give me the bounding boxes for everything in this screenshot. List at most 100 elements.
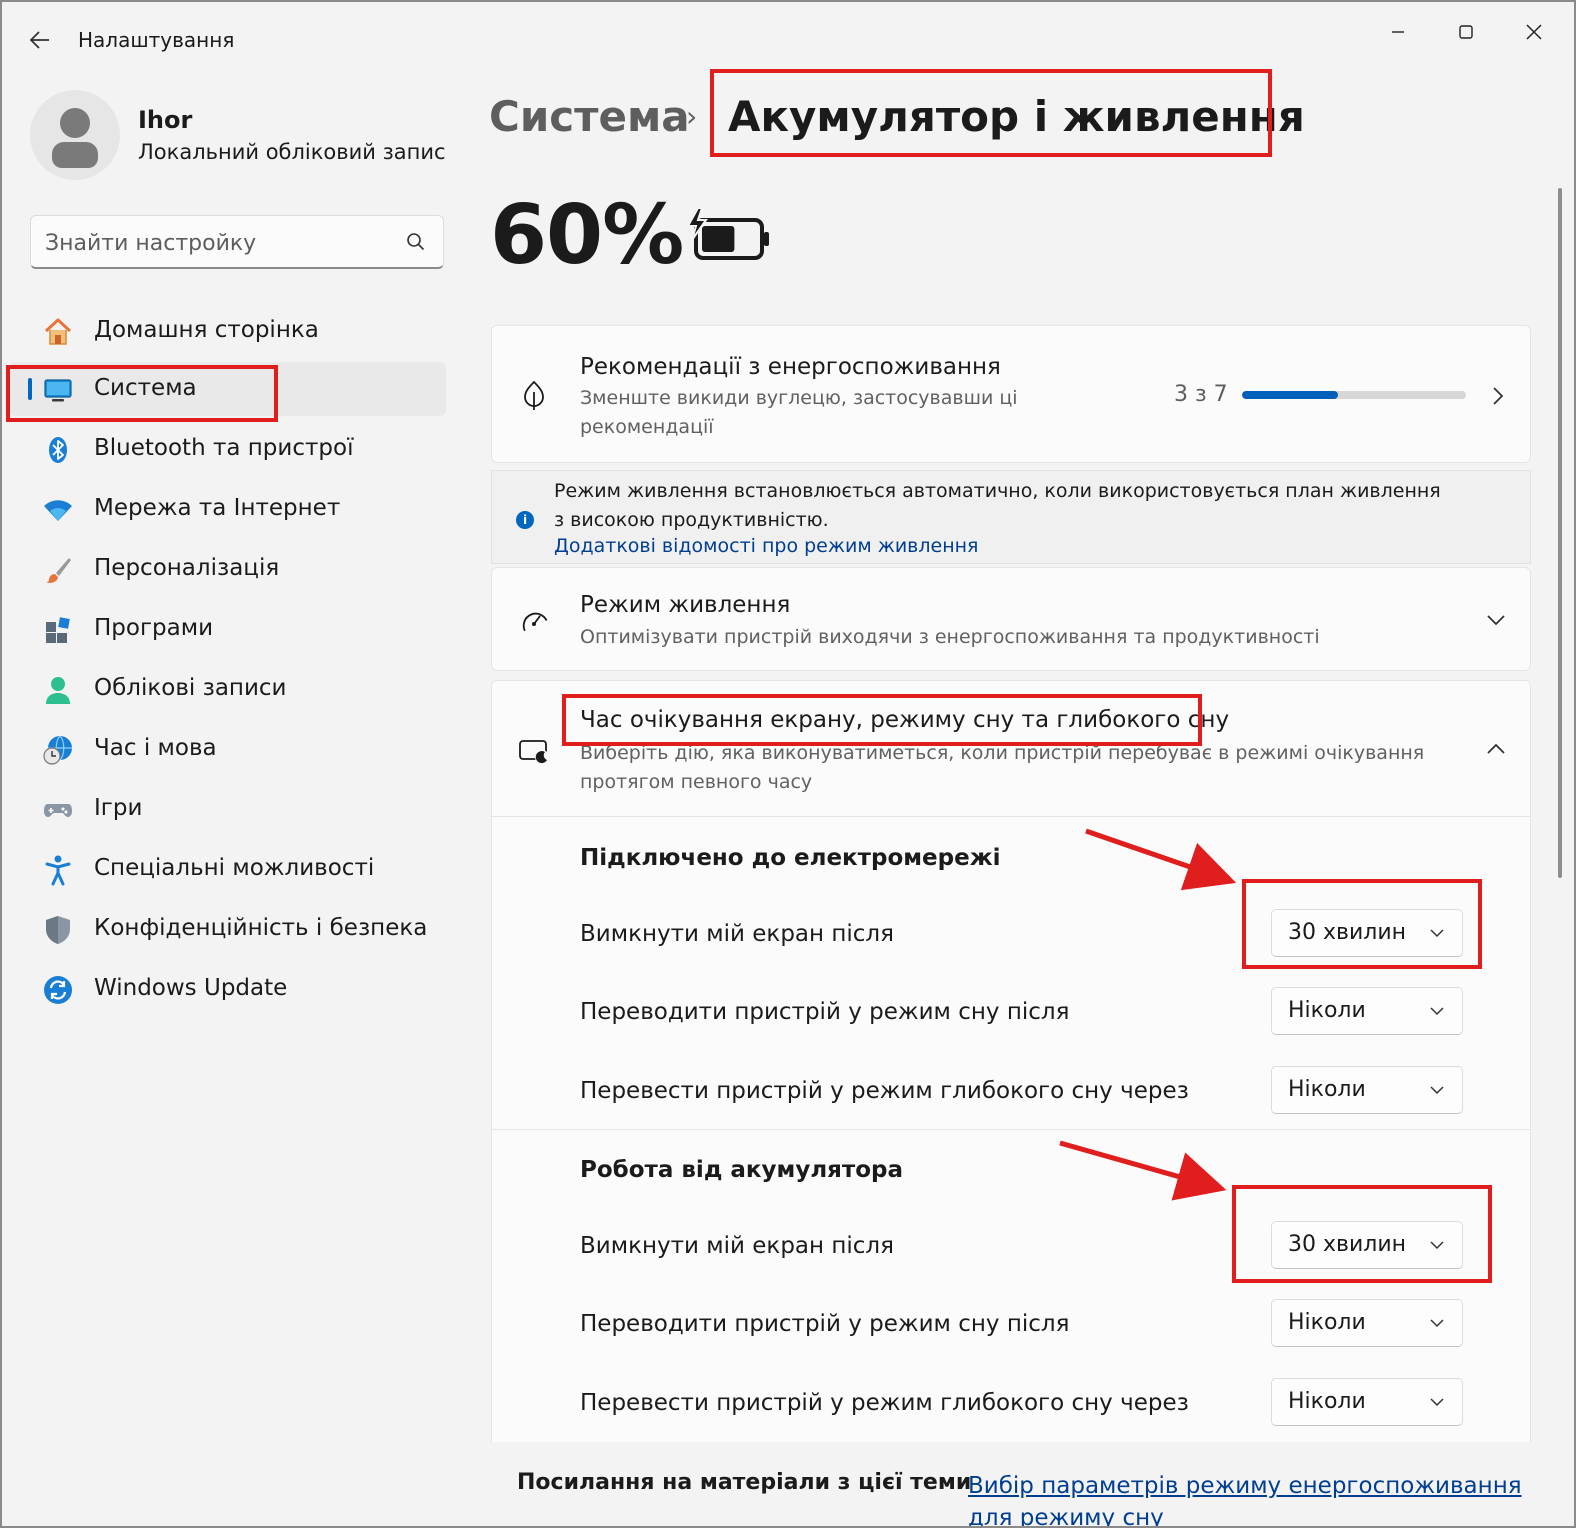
chevron-right-icon (1493, 387, 1504, 405)
annotation-box-page-title (710, 69, 1272, 157)
plugged-hibernate-dropdown[interactable]: Ніколи (1271, 1066, 1463, 1114)
chevron-down-icon (1430, 1398, 1444, 1407)
account-type: Локальний обліковий запис (138, 140, 446, 164)
sidebar-item-label: Windows Update (94, 975, 288, 1001)
annotation-box-plugged-dropdown (1242, 879, 1482, 969)
time-language-icon (43, 735, 72, 765)
recommendations-subtitle: Зменште викиди вуглецю, застосувавши ці … (580, 387, 1018, 438)
power-mode-learn-more-link[interactable]: Додаткові відомості про режим живлення (554, 535, 978, 557)
recommendations-progress-text: 3 з 7 (1174, 382, 1228, 407)
related-links-label: Посилання на матеріали з цієї теми (517, 1470, 972, 1495)
title-bar: Налаштування (2, 2, 1574, 72)
maximize-button[interactable] (1436, 12, 1496, 52)
accessibility-icon (45, 855, 71, 886)
section-divider (492, 1129, 1530, 1130)
plugged-screen-off-label: Вимкнути мій екран після (580, 921, 894, 947)
sidebar-item-accounts[interactable]: Облікові записи (10, 662, 446, 716)
annotation-box-timeouts-title (562, 694, 1202, 746)
brush-icon (46, 558, 71, 583)
sidebar-item-time-language[interactable]: Час і мова (10, 722, 446, 776)
sidebar-item-personalization[interactable]: Персоналізація (10, 542, 446, 596)
annotation-box-system (6, 365, 278, 422)
info-text: Режим живлення встановлюється автоматичн… (554, 480, 1441, 531)
recommendations-title: Рекомендації з енергоспоживання (580, 354, 1001, 380)
maximize-icon (1459, 25, 1473, 39)
dropdown-value: Ніколи (1288, 1310, 1366, 1335)
battery-heading: Робота від акумулятора (580, 1157, 904, 1183)
battery-screen-off-label: Вимкнути мій екран після (580, 1233, 894, 1259)
sidebar-item-label: Домашня сторінка (94, 317, 319, 343)
sidebar-item-home[interactable]: Домашня сторінка (10, 304, 446, 358)
back-arrow-icon (29, 31, 49, 49)
leaf-icon (524, 380, 544, 410)
sidebar-item-label: Мережа та Інтернет (94, 495, 341, 521)
bluetooth-icon (49, 437, 67, 463)
timeouts-subtitle: Виберіть дію, яка виконуватиметься, коли… (580, 742, 1425, 793)
battery-percentage: 60% (490, 188, 684, 283)
gamepad-icon (44, 804, 72, 817)
dropdown-value: Ніколи (1288, 1077, 1366, 1102)
scrollbar[interactable] (1558, 188, 1562, 878)
power-mode-info-bar: i Режим живлення встановлюється автомати… (491, 470, 1531, 564)
recommendations-progress-bar (1242, 391, 1466, 399)
chevron-down-icon (1487, 615, 1505, 626)
breadcrumb-parent[interactable]: Система (489, 92, 690, 141)
sidebar-item-label: Bluetooth та пристрої (94, 435, 354, 461)
wifi-icon (44, 500, 72, 521)
update-icon (44, 976, 72, 1004)
power-mode-subtitle: Оптимізувати пристрій виходячи з енергос… (580, 626, 1320, 648)
sidebar-item-label: Ігри (94, 795, 143, 821)
chevron-down-icon (1430, 1086, 1444, 1095)
plugged-in-heading: Підключено до електромережі (580, 845, 1001, 871)
avatar[interactable] (30, 90, 120, 180)
user-name: Ihor (138, 106, 193, 134)
close-icon (1526, 24, 1542, 40)
annotation-box-battery-dropdown (1232, 1185, 1492, 1283)
dropdown-value: Ніколи (1288, 998, 1366, 1023)
search-icon[interactable] (401, 228, 429, 256)
sidebar-item-gaming[interactable]: Ігри (10, 782, 446, 836)
dropdown-value: Ніколи (1288, 1389, 1366, 1414)
sidebar-item-label: Програми (94, 615, 214, 641)
sidebar-item-label: Спеціальні можливості (94, 855, 375, 881)
battery-sleep-label: Переводити пристрій у режим сну після (580, 1311, 1070, 1337)
progress-fill (1242, 391, 1338, 399)
sidebar-item-privacy[interactable]: Конфіденційність і безпека (10, 902, 446, 956)
power-mode-card[interactable]: Режим живлення Оптимізувати пристрій вих… (491, 567, 1531, 671)
avatar-body-icon (52, 142, 98, 168)
search-box[interactable] (30, 215, 444, 269)
back-button[interactable] (24, 24, 56, 56)
sidebar-item-label: Облікові записи (94, 675, 287, 701)
sidebar-item-label: Конфіденційність і безпека (94, 915, 428, 941)
sidebar-item-accessibility[interactable]: Спеціальні можливості (10, 842, 446, 896)
battery-sleep-dropdown[interactable]: Ніколи (1271, 1299, 1463, 1347)
chevron-down-icon (1430, 1007, 1444, 1016)
energy-recommendations-card[interactable]: Рекомендації з енергоспоживання Зменште … (491, 325, 1531, 463)
plugged-sleep-label: Переводити пристрій у режим сну після (580, 999, 1070, 1025)
battery-hibernate-label: Перевести пристрій у режим глибокого сну… (580, 1390, 1189, 1416)
screen-sleep-timeouts-card: Час очікування екрану, режиму сну та гли… (491, 680, 1531, 1526)
sidebar-item-windows-update[interactable]: Windows Update (10, 962, 446, 1016)
home-icon (44, 318, 72, 345)
accounts-icon (46, 677, 70, 704)
info-icon: i (516, 511, 534, 529)
sidebar-item-bluetooth[interactable]: Bluetooth та пристрої (10, 422, 446, 476)
avatar-head-icon (60, 108, 90, 138)
apps-icon (46, 617, 70, 643)
settings-window: Налаштування Ihor Локальний обліковий за… (0, 0, 1576, 1528)
plugged-hibernate-label: Перевести пристрій у режим глибокого сну… (580, 1078, 1189, 1104)
sidebar-item-apps[interactable]: Програми (10, 602, 446, 656)
chevron-down-icon (1430, 1319, 1444, 1328)
battery-hibernate-dropdown[interactable]: Ніколи (1271, 1378, 1463, 1426)
app-title: Налаштування (78, 28, 235, 52)
close-button[interactable] (1504, 12, 1564, 52)
battery-charging-icon (686, 207, 769, 260)
search-input[interactable] (45, 226, 385, 260)
minimize-button[interactable] (1368, 12, 1428, 52)
sidebar-item-network[interactable]: Мережа та Інтернет (10, 482, 446, 536)
minimize-icon (1392, 31, 1404, 33)
related-link[interactable]: Вибір параметрів режиму енергоспоживання… (968, 1470, 1528, 1526)
shield-icon (46, 916, 70, 944)
screen-sleep-icon (519, 740, 549, 764)
plugged-sleep-dropdown[interactable]: Ніколи (1271, 987, 1463, 1035)
